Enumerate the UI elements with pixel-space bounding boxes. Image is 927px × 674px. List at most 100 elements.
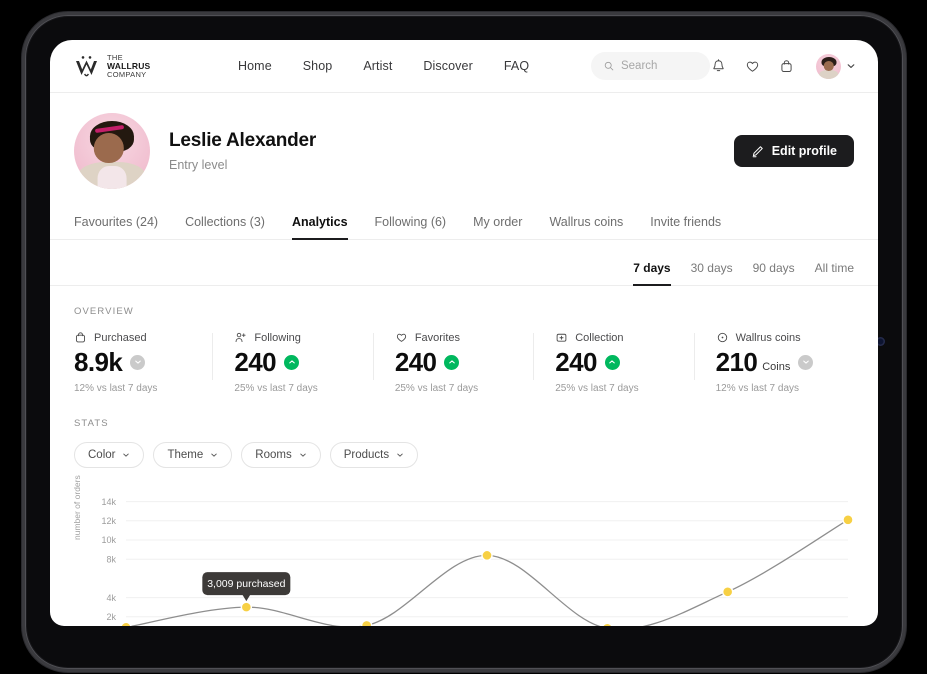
chart-y-tick-label: 8k	[106, 554, 116, 564]
shopping-bag-icon[interactable]	[778, 58, 795, 75]
search-box[interactable]	[591, 52, 710, 80]
nav-link-shop[interactable]: Shop	[303, 59, 333, 73]
heart-icon	[396, 333, 406, 342]
profile-header: Leslie Alexander Entry level Edit profil…	[50, 93, 878, 189]
filter-chip-color[interactable]: Color	[74, 442, 145, 468]
overview-card-delta: 12% vs last 7 days	[715, 383, 799, 394]
edit-profile-label: Edit profile	[771, 144, 837, 158]
pencil-icon	[752, 145, 763, 157]
chart-y-tick-label: 14k	[101, 497, 116, 507]
shopping-bag-icon	[75, 332, 86, 343]
range-7-days[interactable]: 7 days	[633, 261, 671, 286]
profile-tabs: Favourites (24) Collections (3) Analytic…	[50, 215, 878, 240]
brand-line-3: COMPANY	[107, 70, 147, 80]
overview-card-value: 8.9k	[74, 347, 123, 377]
chevron-down-icon	[299, 453, 306, 457]
tab-favourites[interactable]: Favourites (24)	[74, 215, 158, 240]
filter-chip-products[interactable]: Products	[329, 442, 419, 468]
bell-icon[interactable]	[710, 58, 727, 75]
nav-link-home[interactable]: Home	[238, 59, 272, 73]
chart-data-point[interactable]	[843, 515, 853, 525]
overview-card-delta: 25% vs last 7 days	[555, 383, 639, 394]
trend-up-badge	[284, 354, 299, 370]
overview-card-value: 240	[394, 347, 437, 377]
chart-data-point[interactable]	[723, 587, 733, 597]
range-90-days[interactable]: 90 days	[753, 261, 795, 286]
screenshot-stage: THE WALLRUS COMPANY Home Shop Artist Dis…	[0, 0, 927, 674]
tooltip-label: 3,009 purchased	[207, 578, 285, 590]
account-menu[interactable]	[816, 53, 856, 79]
search-icon	[604, 61, 614, 71]
filter-chip-label: Theme	[167, 449, 204, 461]
overview-card-head: Wallrus coins	[716, 331, 842, 344]
trend-down-badge	[798, 354, 814, 370]
overview-card-value: 210	[715, 347, 758, 377]
overview-card-delta: 25% vs last 7 days	[394, 383, 479, 394]
overview-card-head: Following	[234, 331, 360, 344]
chart-data-point[interactable]	[362, 620, 372, 626]
stats-section-label: STATS	[74, 418, 109, 429]
overview-card-purchased: Purchased 8.9k 12% vs last 7 days	[74, 331, 212, 395]
filter-chip-label: Rooms	[255, 449, 292, 461]
tab-wallrus-coins[interactable]: Wallrus coins	[549, 215, 623, 240]
overview-card-wallrus-coins: Wallrus coins 210 Coins 12% vs last 7 da…	[693, 331, 854, 394]
trend-up-badge	[604, 354, 620, 370]
chart-data-point[interactable]	[602, 623, 612, 626]
overview-card-value-row: 210 Coins	[716, 349, 842, 375]
search-input[interactable]	[620, 60, 697, 72]
tab-following[interactable]: Following (6)	[375, 215, 447, 240]
brand-logo[interactable]: THE WALLRUS COMPANY	[74, 53, 186, 79]
chevron-down-icon	[123, 453, 130, 457]
user-plus-icon	[235, 332, 246, 343]
chart-data-point[interactable]	[241, 602, 251, 612]
trend-up-badge	[444, 354, 460, 370]
nav-link-discover[interactable]: Discover	[423, 59, 472, 73]
nav-link-artist[interactable]: Artist	[363, 59, 392, 73]
overview-card-delta: 25% vs last 7 days	[234, 383, 318, 394]
tablet-screen: THE WALLRUS COMPANY Home Shop Artist Dis…	[50, 40, 878, 626]
filter-chip-label: Products	[343, 449, 390, 461]
overview-card-head: Collection	[555, 331, 681, 344]
overview-card-head: Favorites	[395, 331, 521, 344]
chart-data-points	[121, 515, 853, 626]
tab-analytics[interactable]: Analytics	[291, 215, 348, 240]
filter-chip-label: Color	[88, 449, 116, 461]
filter-chip-theme[interactable]: Theme	[153, 442, 233, 468]
nav-icon-group	[710, 53, 856, 79]
range-30-days[interactable]: 30 days	[691, 261, 733, 286]
top-navigation-bar: THE WALLRUS COMPANY Home Shop Artist Dis…	[50, 40, 878, 93]
chevron-down-icon	[211, 453, 218, 457]
tab-invite-friends[interactable]: Invite friends	[650, 215, 721, 240]
chevron-up-icon	[449, 360, 455, 364]
chevron-up-icon	[288, 360, 295, 364]
overview-card-favorites: Favorites 240 25% vs last 7 days	[372, 331, 533, 394]
chart-canvas: 2k 4k 8k 10k 12k 14k 3,009 purchased	[101, 497, 854, 626]
tab-collections[interactable]: Collections (3)	[185, 215, 265, 240]
heart-icon[interactable]	[744, 58, 761, 75]
range-all-time[interactable]: All time	[815, 261, 854, 286]
overview-card-value-row: 8.9k	[74, 349, 200, 375]
overview-card-collection: Collection 240 25% vs last 7 days	[533, 331, 693, 394]
stats-filter-chips: Color Theme Rooms Products	[50, 442, 878, 468]
profile-identity: Leslie Alexander Entry level	[169, 130, 316, 172]
chevron-up-icon	[609, 360, 616, 364]
overview-card-title: Favorites	[414, 331, 461, 344]
overview-card-value: 240	[234, 347, 276, 377]
overview-card-following: Following 240 25% vs last 7 days	[212, 331, 372, 394]
overview-card-unit: Coins	[762, 361, 791, 373]
chart-y-ticks: 2k 4k 8k 10k 12k 14k	[101, 497, 116, 622]
chevron-down-icon	[134, 360, 141, 364]
overview-card-title: Collection	[575, 331, 624, 344]
chart-data-point[interactable]	[482, 550, 492, 560]
tab-my-order[interactable]: My order	[473, 215, 522, 240]
chevron-down-icon	[397, 453, 403, 457]
date-range-filter: 7 days 30 days 90 days All time	[50, 261, 878, 286]
filter-chip-rooms[interactable]: Rooms	[241, 442, 321, 468]
edit-profile-button[interactable]: Edit profile	[733, 135, 854, 167]
profile-avatar	[74, 113, 150, 189]
chart-data-point[interactable]	[121, 622, 131, 626]
overview-card-value-row: 240	[555, 349, 681, 375]
nav-link-faq[interactable]: FAQ	[504, 59, 529, 73]
brand-logo-text: THE WALLRUS COMPANY	[107, 53, 150, 79]
folder-plus-icon	[556, 333, 567, 342]
